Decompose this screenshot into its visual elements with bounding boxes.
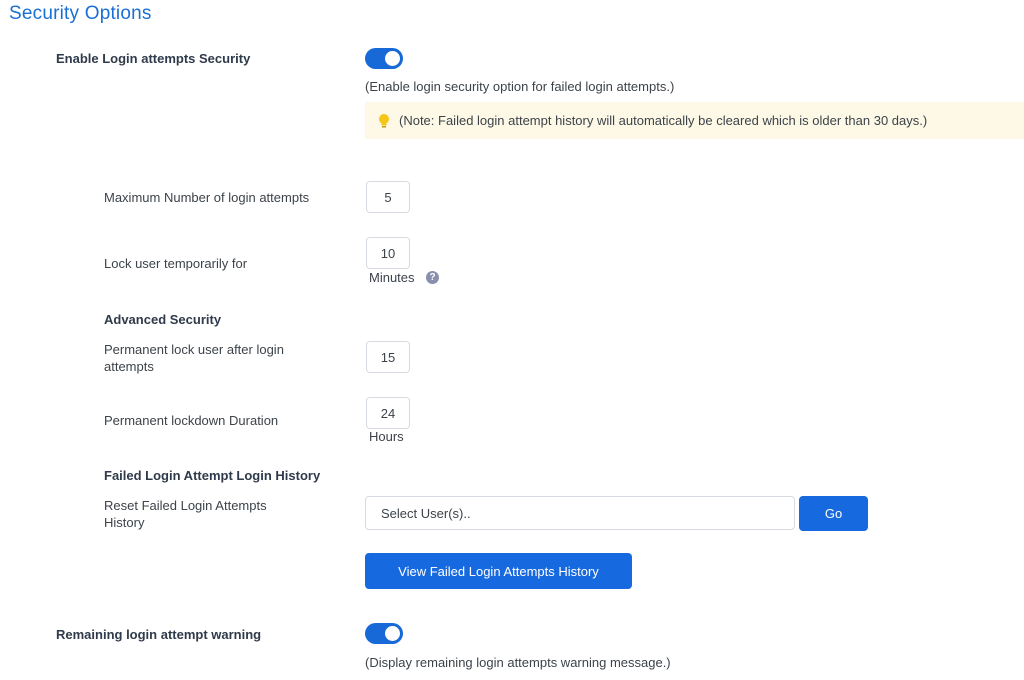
lockdown-duration-input[interactable]: 24 (366, 397, 410, 429)
lock-temp-unit: Minutes (369, 270, 415, 285)
perm-lock-input[interactable]: 15 (366, 341, 410, 373)
history-heading: Failed Login Attempt Login History (104, 468, 321, 483)
reset-history-label: Reset Failed Login Attempts History (104, 498, 267, 530)
lockdown-duration-unit: Hours (369, 429, 404, 444)
max-attempts-label: Maximum Number of login attempts (104, 190, 310, 205)
go-button[interactable]: Go (799, 496, 868, 531)
note-box: (Note: Failed login attempt history will… (365, 102, 1024, 139)
select-users-dropdown[interactable]: Select User(s).. (365, 496, 795, 530)
remaining-warning-description: (Display remaining login attempts warnin… (365, 655, 671, 670)
lock-temp-label: Lock user temporarily for (104, 256, 248, 271)
question-circle-icon[interactable]: ? (426, 271, 439, 284)
login-security-label: Enable Login attempts Security (56, 51, 251, 66)
login-security-toggle[interactable] (365, 48, 403, 69)
view-history-button[interactable]: View Failed Login Attempts History (365, 553, 632, 589)
page-title: Security Options (9, 3, 152, 24)
perm-lock-label: Permanent lock user after login attempts (104, 342, 284, 374)
lock-temp-input[interactable]: 10 (366, 237, 410, 269)
max-attempts-input[interactable]: 5 (366, 181, 410, 213)
note-text: (Note: Failed login attempt history will… (399, 113, 928, 128)
lightbulb-icon (379, 113, 389, 128)
advanced-security-heading: Advanced Security (104, 312, 222, 327)
remaining-warning-toggle[interactable] (365, 623, 403, 644)
lockdown-duration-label: Permanent lockdown Duration (104, 413, 279, 428)
login-security-description: (Enable login security option for failed… (365, 79, 675, 94)
remaining-warning-label: Remaining login attempt warning (56, 627, 262, 642)
select-users-placeholder: Select User(s).. (381, 505, 471, 521)
